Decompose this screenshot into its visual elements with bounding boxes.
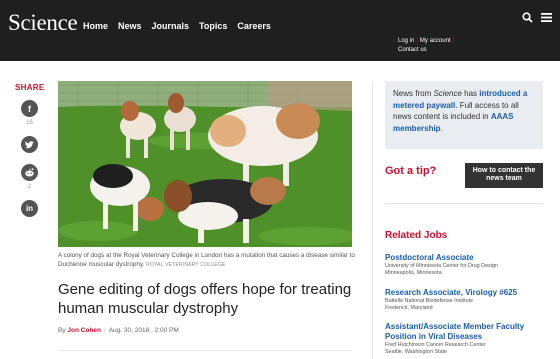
image-caption: A colony of dogs at the Royal Veterinary… [58,251,358,270]
separator: | [452,38,455,44]
facebook-icon[interactable]: f [21,100,38,117]
paywall-text: . [440,123,443,133]
job-employer: Fred Hutchinson Cancer Research Center [385,342,486,348]
reddit-icon[interactable] [21,164,38,181]
job-listing[interactable]: Postdoctoral Associate University of Min… [385,253,550,277]
nav-news[interactable]: News [118,21,142,31]
reddit-count: 2 [27,184,32,190]
nav-topics[interactable]: Topics [199,21,227,31]
article-headline: Gene editing of dogs offers hope for tre… [58,281,352,317]
job-employer: University of Minnesota Center for Drug … [385,263,498,269]
related-jobs-heading: Related Jobs [385,230,448,241]
contact-news-team-button[interactable]: How to contact the news team [465,163,543,188]
job-listing[interactable]: Research Associate, Virology #625 Battel… [385,288,550,312]
menu-icon[interactable] [541,12,552,23]
job-title[interactable]: Postdoctoral Associate [385,253,550,263]
job-location: Minneapolis, Minnesota [385,270,442,276]
got-a-tip-heading: Got a tip? [385,165,437,177]
twitter-icon[interactable] [21,136,38,153]
paywall-notice: News from Science has introduced a meter… [385,81,543,149]
photo-credit: ROYAL VETERINARY COLLEGE [146,262,226,268]
publish-date: Aug. 30, 2018 , 2:00 PM [108,327,179,334]
account-links: Log in | My account | Contact us [398,37,456,55]
byline: By Jon Cohen | Aug. 30, 2018 , 2:00 PM [58,327,179,334]
sidebar-divider [372,82,373,359]
job-employer: Battelle National Biodefense Institute [385,298,474,304]
job-title[interactable]: Assistant/Associate Member Faculty Posit… [385,322,550,342]
job-title[interactable]: Research Associate, Virology #625 [385,288,550,298]
paywall-text: has [461,89,480,98]
divider [58,350,352,351]
divider [385,203,543,204]
job-listing[interactable]: Assistant/Associate Member Faculty Posit… [385,322,550,356]
main-nav: Home News Journals Topics Careers [83,21,271,31]
site-header: Science Home News Journals Topics Career… [0,0,560,61]
job-location: Seattle, Washington State [385,349,448,355]
separator: | [416,38,418,44]
login-link[interactable]: Log in [398,38,414,44]
nav-home[interactable]: Home [83,21,108,31]
search-icon[interactable] [522,12,533,23]
nav-journals[interactable]: Journals [152,21,190,31]
nav-careers[interactable]: Careers [237,21,271,31]
facebook-count: 16 [26,120,33,126]
paywall-source: Science [433,89,462,98]
job-location: Frederick, Maryland [385,305,433,311]
my-account-link[interactable]: My account [420,38,451,44]
linkedin-icon[interactable]: in [21,200,38,217]
byline-prefix: By [58,327,66,334]
share-heading: SHARE [15,83,45,92]
header-icons [522,12,552,23]
paywall-text: News from [393,89,434,98]
contact-link[interactable]: Contact us [398,46,456,55]
science-logo[interactable]: Science [8,10,78,36]
separator: | [104,327,106,334]
author-link[interactable]: Jon Cohen [67,327,101,334]
article-hero-image [58,81,352,247]
